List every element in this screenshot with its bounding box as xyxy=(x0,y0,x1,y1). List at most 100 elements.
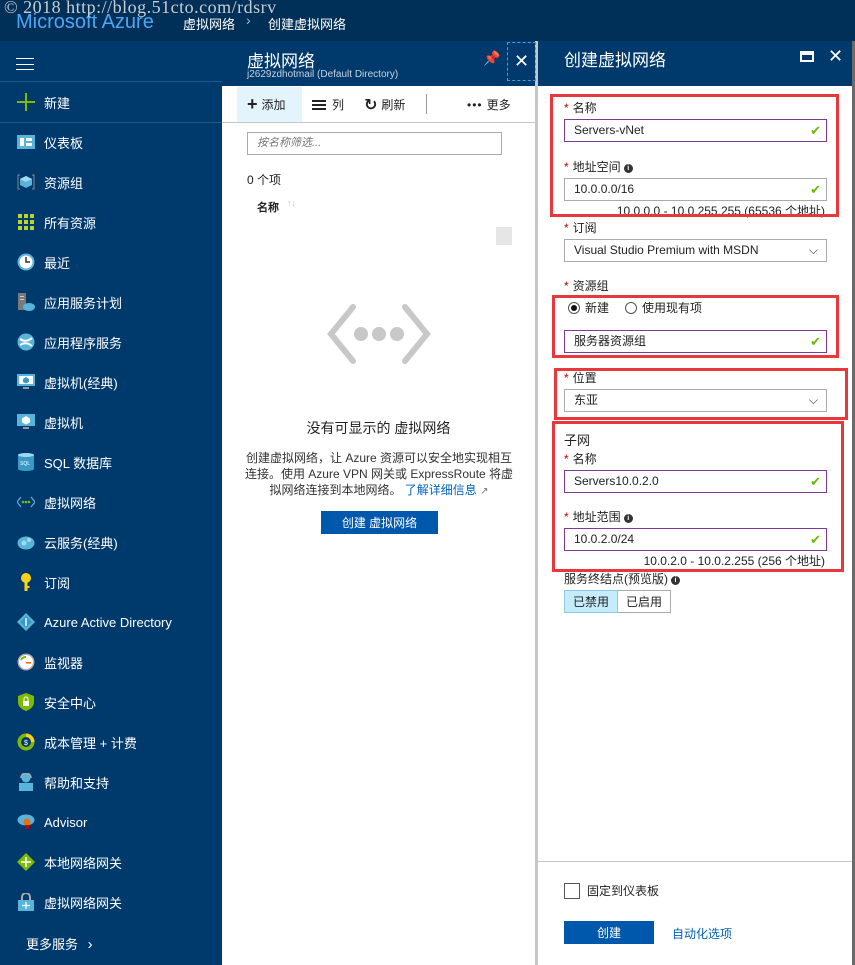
virtual-network-icon xyxy=(16,492,36,512)
add-button[interactable]: + 添加 xyxy=(237,87,302,122)
sidebar-item-resource-groups[interactable]: 资源组 xyxy=(0,162,222,202)
input-value: 服务器资源组 xyxy=(574,334,647,348)
create-button[interactable]: 创建 xyxy=(564,921,654,944)
subnet-name-input[interactable]: Servers10.0.2.0 ✔ xyxy=(564,470,827,493)
name-label: * 名称 xyxy=(564,99,597,116)
toggle-disabled-option[interactable]: 已禁用 xyxy=(564,590,619,613)
sidebar-item-security-center[interactable]: 安全中心 xyxy=(0,682,222,722)
location-select[interactable]: 东亚 ⌵ xyxy=(564,389,827,412)
sidebar-item-advisor[interactable]: Advisor xyxy=(0,802,222,842)
sidebar-item-new[interactable]: 新建 xyxy=(0,82,222,122)
sidebar-item-app-services[interactable]: 应用程序服务 xyxy=(0,322,222,362)
vnet-name-input[interactable]: Servers-vNet ✔ xyxy=(564,119,827,142)
sidebar-item-cost-management-billing[interactable]: $ 成本管理 + 计费 xyxy=(0,722,222,762)
sidebar-item-all-resources[interactable]: 所有资源 xyxy=(0,202,222,242)
sidebar-item-vnet-gateways[interactable]: 虚拟网络网关 xyxy=(0,882,222,922)
blade-subtitle: j2629zdhotmail (Default Directory) xyxy=(247,69,399,80)
required-marker: * xyxy=(564,371,569,385)
address-space-input[interactable]: 10.0.0.0/16 ✔ xyxy=(564,178,827,201)
vnet-gateway-icon xyxy=(16,892,36,912)
sidebar-item-label: 安全中心 xyxy=(44,695,97,711)
chevron-right-icon: › xyxy=(87,936,93,953)
sidebar-item-help-support[interactable]: 帮助和支持 xyxy=(0,762,222,802)
service-endpoints-label: 服务终结点(预览版) i xyxy=(564,570,680,587)
resource-group-label: * 资源组 xyxy=(564,277,609,294)
radio-label-use-existing[interactable]: 使用现有项 xyxy=(642,299,702,316)
sidebar-item-label: 订阅 xyxy=(44,575,71,591)
more-services-label: 更多服务 xyxy=(26,937,79,952)
radio-use-existing[interactable] xyxy=(625,301,638,314)
input-value: Servers-vNet xyxy=(574,123,645,137)
radio-label-create-new[interactable]: 新建 xyxy=(585,299,609,316)
location-label: * 位置 xyxy=(564,369,597,386)
resource-group-name-input[interactable]: 服务器资源组 ✔ xyxy=(564,330,827,353)
sidebar-item-label: 应用程序服务 xyxy=(44,335,123,351)
pin-to-dashboard-checkbox[interactable]: 固定到仪表板 xyxy=(564,882,659,899)
columns-button[interactable]: 列 xyxy=(312,87,344,122)
blade-header: 虚拟网络 j2629zdhotmail (Default Directory) … xyxy=(222,41,536,86)
blade-header: 创建虚拟网络 ✕ xyxy=(538,41,852,86)
create-virtual-network-button[interactable]: 创建 虚拟网络 xyxy=(321,511,438,534)
more-button[interactable]: ••• 更多 xyxy=(467,87,511,122)
automation-options-link[interactable]: 自动化选项 xyxy=(672,925,732,942)
help-support-icon xyxy=(16,772,36,792)
app-services-icon xyxy=(16,332,36,352)
label-text: 位置 xyxy=(572,371,597,385)
checkbox-box[interactable] xyxy=(564,882,580,899)
sidebar-item-sql-databases[interactable]: SQL SQL 数据库 xyxy=(0,442,222,482)
label-text: 订阅 xyxy=(572,221,597,235)
advisor-icon xyxy=(16,812,36,832)
required-marker: * xyxy=(564,160,569,174)
sidebar-item-cloud-services[interactable]: 云服务(经典) xyxy=(0,522,222,562)
radio-create-new[interactable] xyxy=(568,301,580,314)
sidebar-item-label: 最近 xyxy=(44,255,71,271)
breadcrumb-create-virtual-network[interactable]: 创建虚拟网络 xyxy=(268,14,346,33)
sidebar-item-virtual-networks[interactable]: 虚拟网络 xyxy=(0,482,222,522)
sidebar-item-recent[interactable]: 最近 xyxy=(0,242,222,282)
sidebar-item-monitor[interactable]: 监视器 xyxy=(0,642,222,682)
info-icon[interactable]: i xyxy=(623,514,633,523)
label-text: 服务终结点(预览版) xyxy=(564,572,668,586)
add-label: 添加 xyxy=(261,98,286,112)
subscription-select[interactable]: Visual Studio Premium with MSDN ⌵ xyxy=(564,239,827,262)
ellipsis-icon: ••• xyxy=(467,97,483,112)
info-icon[interactable]: i xyxy=(671,576,680,585)
vm-icon xyxy=(16,412,36,432)
column-header-name[interactable]: 名称 xyxy=(257,199,279,215)
select-value: 东亚 xyxy=(574,393,599,407)
cloud-service-icon xyxy=(16,532,36,552)
refresh-icon: ↻ xyxy=(364,96,378,114)
subnet-address-range-input[interactable]: 10.0.2.0/24 ✔ xyxy=(564,528,827,551)
sidebar-item-vm-classic[interactable]: 虚拟机(经典) xyxy=(0,362,222,402)
info-icon[interactable]: i xyxy=(623,164,633,173)
hamburger-menu-icon[interactable] xyxy=(16,58,34,70)
close-blade-button[interactable]: ✕ xyxy=(507,42,536,81)
sidebar-item-app-service-plans[interactable]: 应用服务计划 xyxy=(0,282,222,322)
sidebar-item-dashboard[interactable]: 仪表板 xyxy=(0,122,222,162)
sort-icon[interactable]: ↑↓ xyxy=(287,198,296,208)
sidebar-item-subscriptions[interactable]: 订阅 xyxy=(0,562,222,602)
scrollbar-handle[interactable] xyxy=(496,227,512,245)
sidebar-item-virtual-machines[interactable]: 虚拟机 xyxy=(0,402,222,442)
chevron-down-icon: ⌵ xyxy=(808,393,818,407)
pin-icon[interactable]: 📌 xyxy=(483,50,500,67)
required-marker: * xyxy=(564,279,569,293)
maximize-icon[interactable] xyxy=(800,51,814,62)
resource-group-radio-group: 新建 使用现有项 xyxy=(568,299,702,316)
close-icon[interactable]: ✕ xyxy=(828,46,843,67)
more-services-link[interactable]: 更多服务 › xyxy=(26,934,93,953)
sidebar: 新建 仪表板 资源组 所有资源 最近 应用服务计划 应用程序服务 虚拟机(经典)… xyxy=(0,41,222,965)
refresh-button[interactable]: ↻ 刷新 xyxy=(364,87,405,122)
filter-by-name-input[interactable]: 按名称筛选... xyxy=(247,132,502,155)
learn-more-link[interactable]: 了解详细信息 xyxy=(405,483,477,497)
service-endpoints-toggle: 已禁用 已启用 xyxy=(564,590,672,613)
virtual-networks-blade: 虚拟网络 j2629zdhotmail (Default Directory) … xyxy=(222,41,538,965)
external-link-icon: ↗ xyxy=(480,486,489,497)
sidebar-item-local-network-gateways[interactable]: 本地网络网关 xyxy=(0,842,222,882)
input-value: 10.0.2.0/24 xyxy=(574,532,635,546)
empty-state-description: 创建虚拟网络，让 Azure 资源可以安全地实现相互连接。使用 Azure VP… xyxy=(244,450,514,500)
sidebar-item-label: 新建 xyxy=(44,95,71,111)
sidebar-item-azure-active-directory[interactable]: Azure Active Directory xyxy=(0,602,222,642)
subnet-address-range-hint: 10.0.2.0 - 10.0.2.255 (256 个地址) xyxy=(643,554,825,568)
toggle-enabled-option[interactable]: 已启用 xyxy=(618,590,672,613)
